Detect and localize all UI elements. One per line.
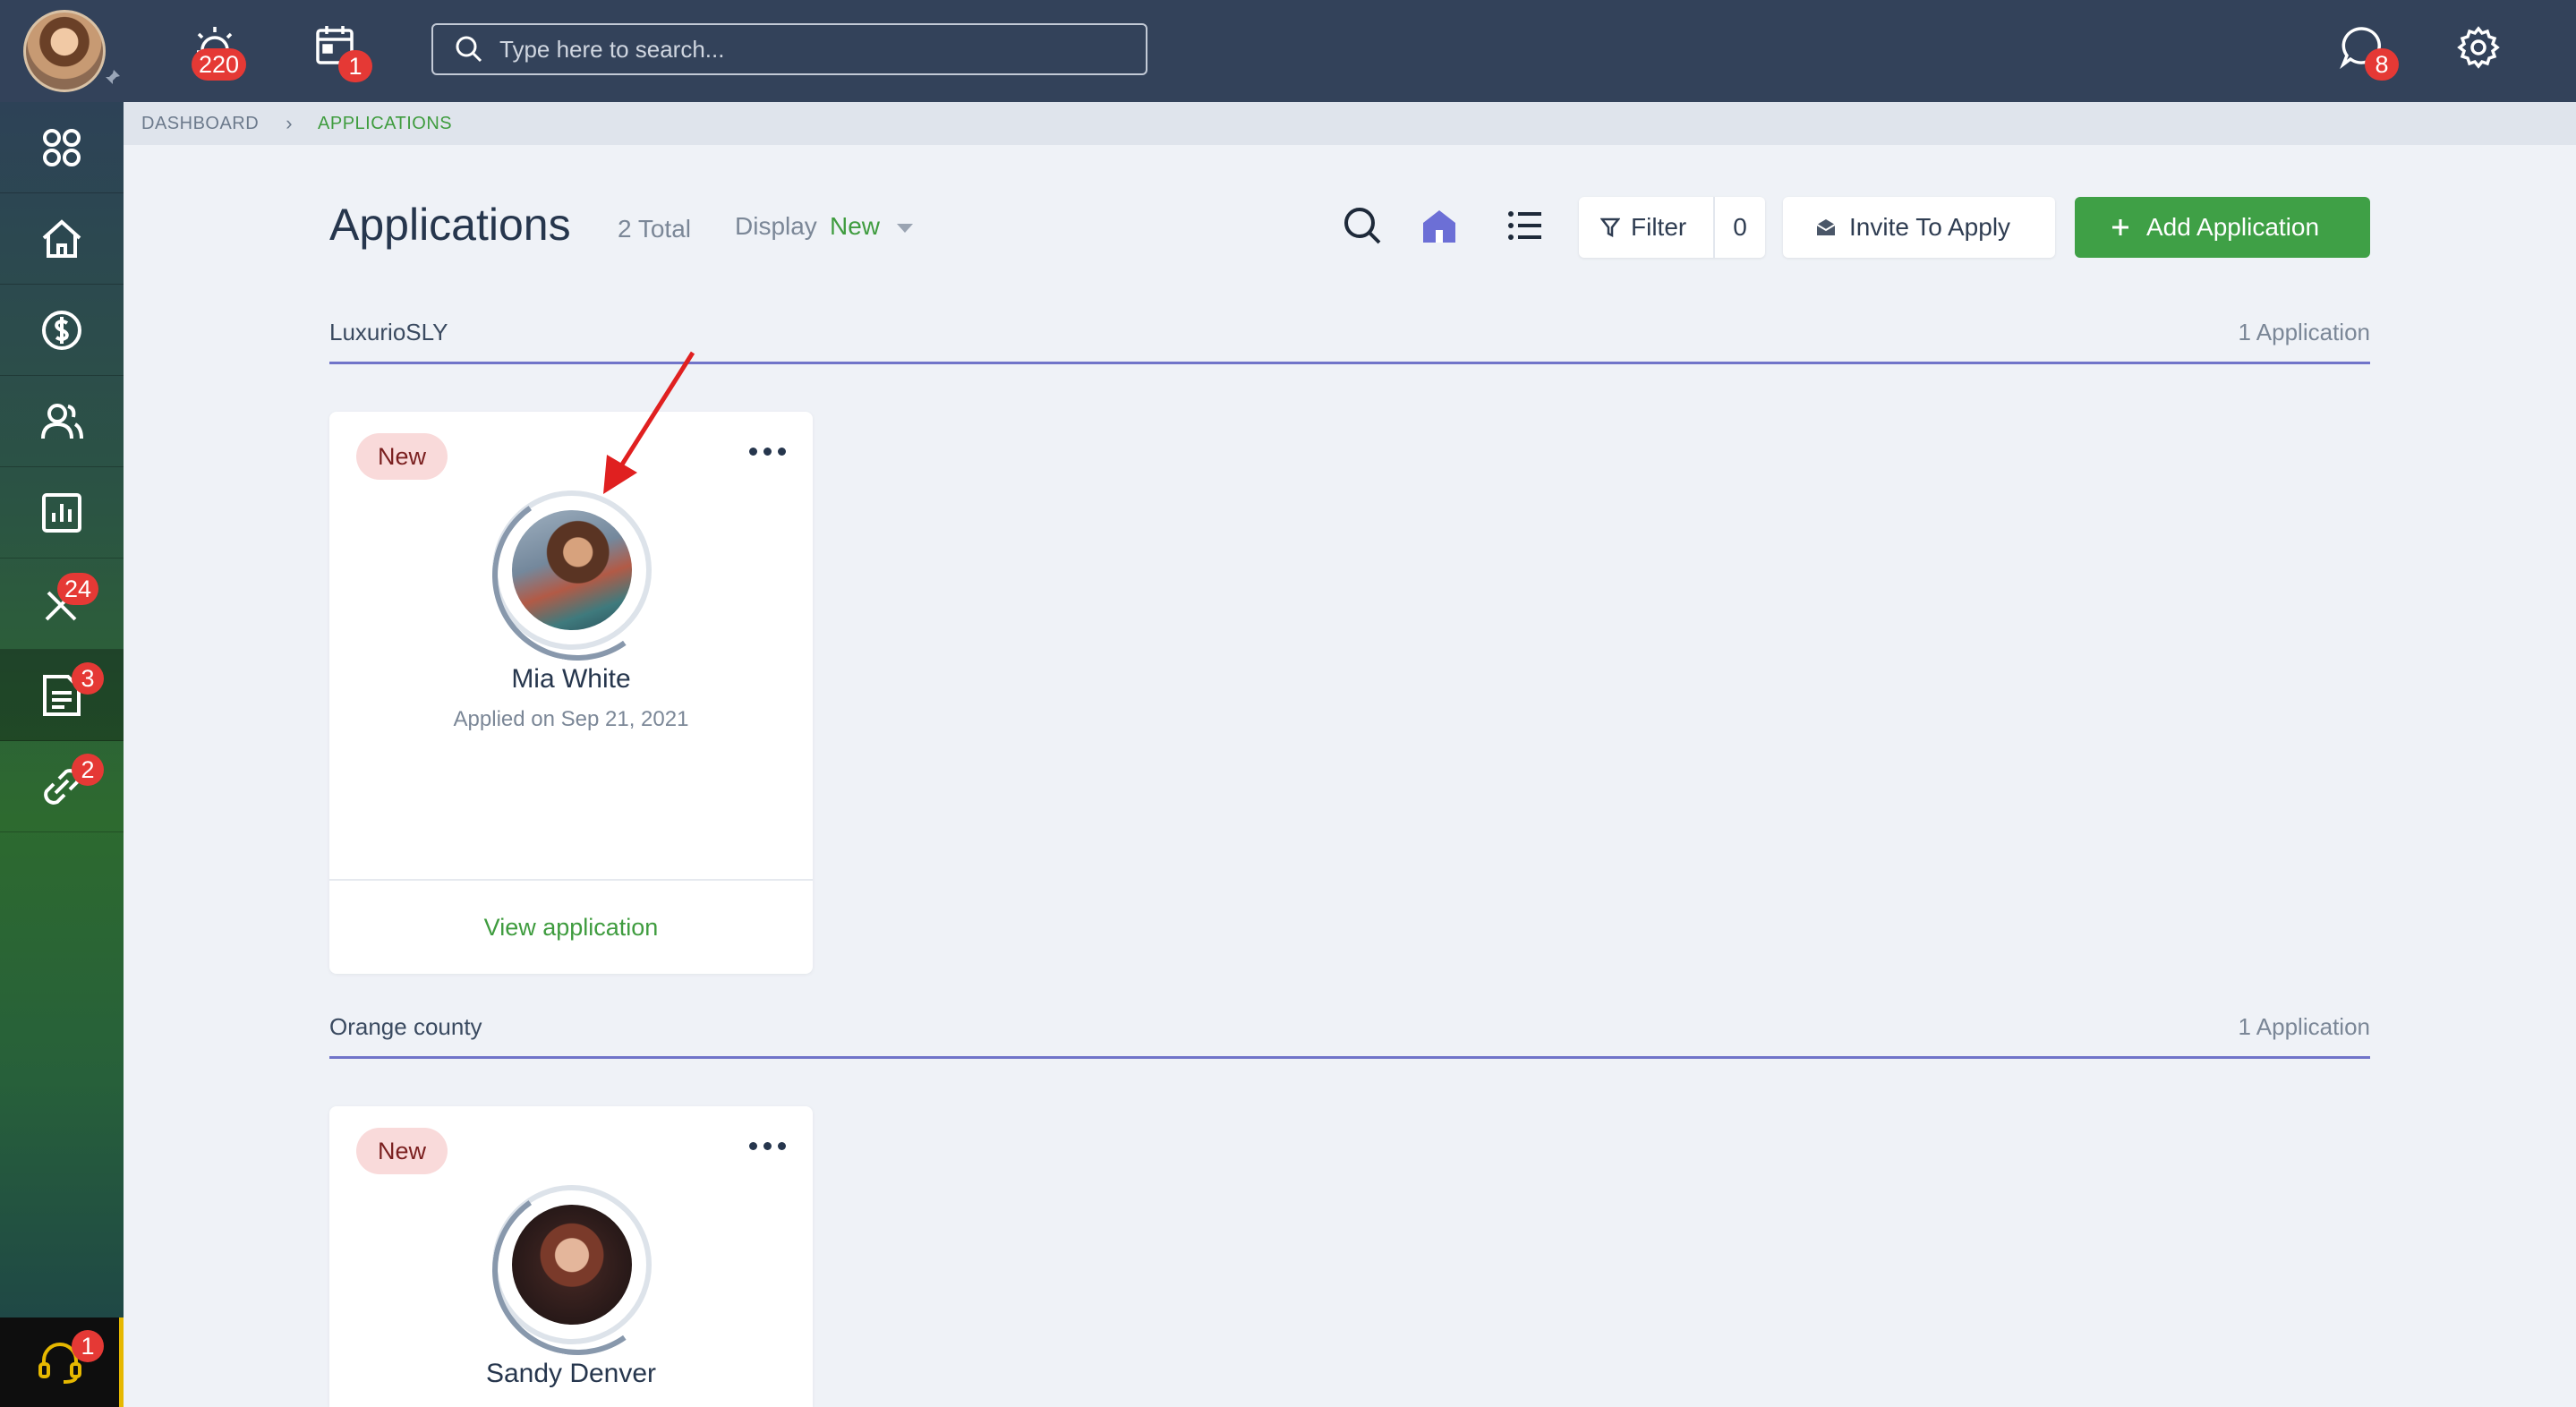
sidebar-item-reports[interactable] — [0, 467, 124, 559]
annotation-arrow-icon — [603, 351, 695, 494]
filter-button[interactable]: Filter 0 — [1579, 197, 1765, 258]
status-badge: New — [356, 433, 448, 480]
add-application-label: Add Application — [2146, 213, 2320, 241]
applicant-avatar — [512, 510, 632, 630]
group-name: LuxurioSLY — [329, 319, 448, 345]
applicant-name: Sandy Denver — [485, 1359, 657, 1388]
card-footer: View application — [329, 879, 813, 974]
group-count: 1 Application — [2238, 1013, 2370, 1040]
sidebar-item-people[interactable] — [0, 376, 124, 467]
filter-icon — [1600, 217, 1620, 238]
messages-badge: 8 — [2365, 48, 2399, 81]
search-box[interactable] — [431, 23, 1147, 75]
chevron-down-icon[interactable] — [897, 224, 913, 233]
notifications-badge: 220 — [192, 48, 247, 81]
applications-badge: 3 — [72, 662, 104, 695]
search-input[interactable] — [499, 35, 1126, 64]
filter-label: Filter — [1631, 213, 1687, 241]
sidebar-item-home[interactable] — [0, 193, 124, 285]
users-icon — [41, 403, 83, 439]
home-view-icon[interactable] — [1418, 204, 1461, 247]
sidebar-item-apps[interactable] — [0, 102, 124, 193]
home-icon — [42, 218, 81, 258]
more-options-icon[interactable] — [749, 448, 786, 456]
dollar-icon — [42, 310, 81, 350]
invite-to-apply-button[interactable]: Invite To Apply — [1783, 197, 2055, 258]
avatar-ring — [492, 1185, 652, 1344]
avatar-ring — [492, 490, 652, 650]
invite-label: Invite To Apply — [1849, 213, 2011, 241]
support-button[interactable]: 1 — [0, 1317, 124, 1407]
add-application-button[interactable]: Add Application — [2075, 197, 2370, 258]
breadcrumb-applications: APPLICATIONS — [318, 113, 453, 133]
chart-icon — [42, 492, 81, 533]
top-bar: 220 1 8 — [0, 0, 2576, 102]
sidebar-item-applications[interactable]: 3 — [0, 650, 124, 741]
list-view-icon[interactable] — [1504, 204, 1547, 247]
application-card[interactable]: New Sandy Denver — [329, 1106, 813, 1407]
pin-icon — [102, 68, 122, 88]
display-select[interactable]: New — [830, 212, 880, 241]
group-divider — [329, 1056, 2370, 1059]
application-card[interactable]: New Mia White Applied on Sep 21, 2021 Vi… — [329, 412, 813, 974]
applied-date: Applied on Sep 21, 2021 — [453, 707, 689, 731]
plus-icon — [2112, 219, 2128, 235]
sidebar: 24 3 2 — [0, 102, 124, 1407]
support-badge: 1 — [72, 1330, 104, 1362]
group-count: 1 Application — [2238, 319, 2370, 345]
sidebar-item-links[interactable]: 2 — [0, 741, 124, 832]
display-label: Display — [735, 212, 817, 240]
chevron-right-icon: › — [286, 112, 294, 134]
calendar-badge: 1 — [338, 50, 372, 82]
breadcrumb: DASHBOARD › APPLICATIONS — [124, 102, 2576, 145]
applicant-name: Mia White — [511, 664, 631, 694]
filter-count: 0 — [1713, 197, 1765, 258]
search-icon[interactable] — [1341, 204, 1384, 247]
settings-gear-icon[interactable] — [2456, 25, 2510, 79]
sidebar-item-tools[interactable]: 24 — [0, 559, 124, 650]
view-application-link[interactable]: View application — [484, 914, 659, 942]
user-avatar[interactable] — [23, 10, 106, 92]
applicant-avatar — [512, 1205, 632, 1325]
envelope-icon — [1816, 219, 1836, 235]
status-badge: New — [356, 1128, 448, 1174]
tools-badge: 24 — [57, 573, 99, 605]
links-badge: 2 — [72, 754, 104, 786]
sidebar-item-finance[interactable] — [0, 285, 124, 376]
breadcrumb-dashboard[interactable]: DASHBOARD — [141, 114, 259, 134]
page-title: Applications — [329, 200, 571, 250]
more-options-icon[interactable] — [749, 1142, 786, 1150]
group-name: Orange county — [329, 1013, 482, 1040]
total-count: 2 Total — [618, 215, 691, 243]
grid-icon — [43, 128, 81, 166]
search-icon — [456, 36, 482, 63]
